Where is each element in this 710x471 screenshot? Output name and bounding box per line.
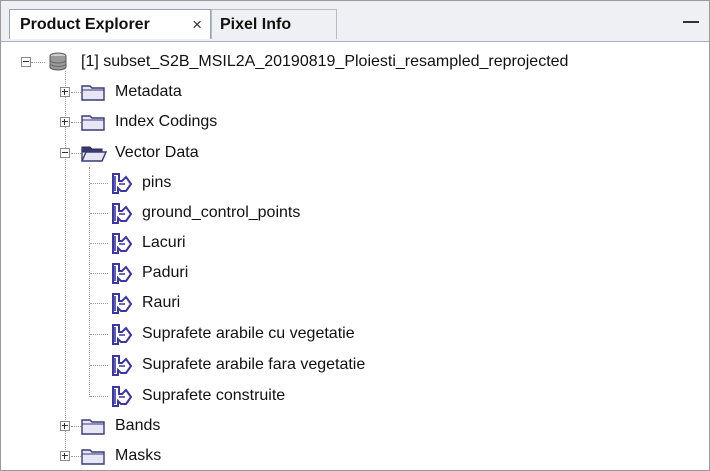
tree-item-label: Rauri [142,294,181,311]
tree-item-label: Paduri [142,264,189,281]
collapse-vector-data-icon[interactable] [60,148,70,158]
tree-item-label: ground_control_points [142,204,301,221]
tree-item-vector-layer[interactable]: Lacuri [108,228,186,258]
vector-layer-icon [112,233,132,254]
tree-connector [90,334,108,335]
tree-connector [90,243,108,244]
tree-item-label: Lacuri [142,234,186,251]
product-explorer-window: Product Explorer × Pixel Info [1] subset… [0,0,710,471]
expand-bands-icon[interactable] [60,421,70,431]
tree-item-label: Bands [115,417,161,434]
tree-connector [90,396,108,397]
folder-icon [81,115,105,131]
tree-item-label: Suprafete arabile fara vegetatie [142,356,366,373]
tree-item-label: pins [142,174,172,191]
tree-item-masks[interactable]: Masks [81,441,161,471]
expand-metadata-icon[interactable] [60,87,70,97]
vector-layer-icon [112,324,132,345]
tab-bar: Product Explorer × Pixel Info [1,1,709,42]
tree-item-label: Index Codings [115,113,218,130]
tree-item-label: Suprafete arabile cu vegetatie [142,325,355,342]
tree-item-vector-layer[interactable]: Paduri [108,258,188,288]
tab-pixel-info[interactable]: Pixel Info [211,9,337,39]
tree-connector [90,183,108,184]
tree-item-vector-layer[interactable]: Suprafete arabile cu vegetatie [108,319,355,349]
tree-item-label: Vector Data [115,144,199,161]
tree-item-vector-layer[interactable]: Rauri [108,288,180,318]
expand-index-codings-icon[interactable] [60,117,70,127]
open-folder-icon [81,146,107,162]
folder-icon [81,449,105,465]
tree-item-index-codings[interactable]: Index Codings [81,107,217,137]
vector-layer-icon [112,355,132,376]
vector-layer-icon [112,203,132,224]
folder-icon [81,419,105,435]
tree-item-bands[interactable]: Bands [81,411,160,441]
vector-layer-icon [112,173,132,194]
tree-connector [71,426,81,427]
tree-item-metadata[interactable]: Metadata [81,77,182,107]
vector-layer-icon [112,263,132,284]
vector-layer-icon [112,293,132,314]
tree-connector [71,456,81,457]
database-icon [49,52,67,71]
tree-connector [90,213,108,214]
tree-connector [65,71,66,456]
product-label: [1] subset_S2B_MSIL2A_20190819_Ploiesti_… [81,53,569,70]
tree-connector [71,122,81,123]
tree-item-label: Masks [115,447,162,464]
tree-item-label: Metadata [115,83,182,100]
tree-item-vector-layer[interactable]: Suprafete arabile fara vegetatie [108,350,365,380]
tree-item-vector-data[interactable]: Vector Data [81,138,199,168]
tab-product-explorer[interactable]: Product Explorer × [9,9,211,39]
tree-connector [31,62,45,63]
tree-connector [71,153,81,154]
tree-connector [71,92,81,93]
product-tree: [1] subset_S2B_MSIL2A_20190819_Ploiesti_… [1,42,709,470]
folder-icon [81,85,105,101]
tree-connector [90,303,108,304]
tree-item-vector-layer[interactable]: pins [108,168,171,198]
expand-masks-icon[interactable] [60,451,70,461]
tab-product-explorer-label: Product Explorer [20,16,150,33]
tree-connector [89,167,90,397]
minimize-icon[interactable] [683,21,699,23]
vector-layer-icon [112,386,132,407]
tree-item-label: Suprafete construite [142,387,286,404]
tree-item-product[interactable]: [1] subset_S2B_MSIL2A_20190819_Ploiesti_… [47,47,568,77]
tree-connector [90,273,108,274]
tab-pixel-info-label: Pixel Info [220,16,292,33]
close-icon[interactable]: × [192,10,202,40]
collapse-root-icon[interactable] [21,57,31,67]
tree-item-vector-layer[interactable]: ground_control_points [108,198,300,228]
tree-connector [90,365,108,366]
tree-item-vector-layer[interactable]: Suprafete construite [108,381,285,411]
